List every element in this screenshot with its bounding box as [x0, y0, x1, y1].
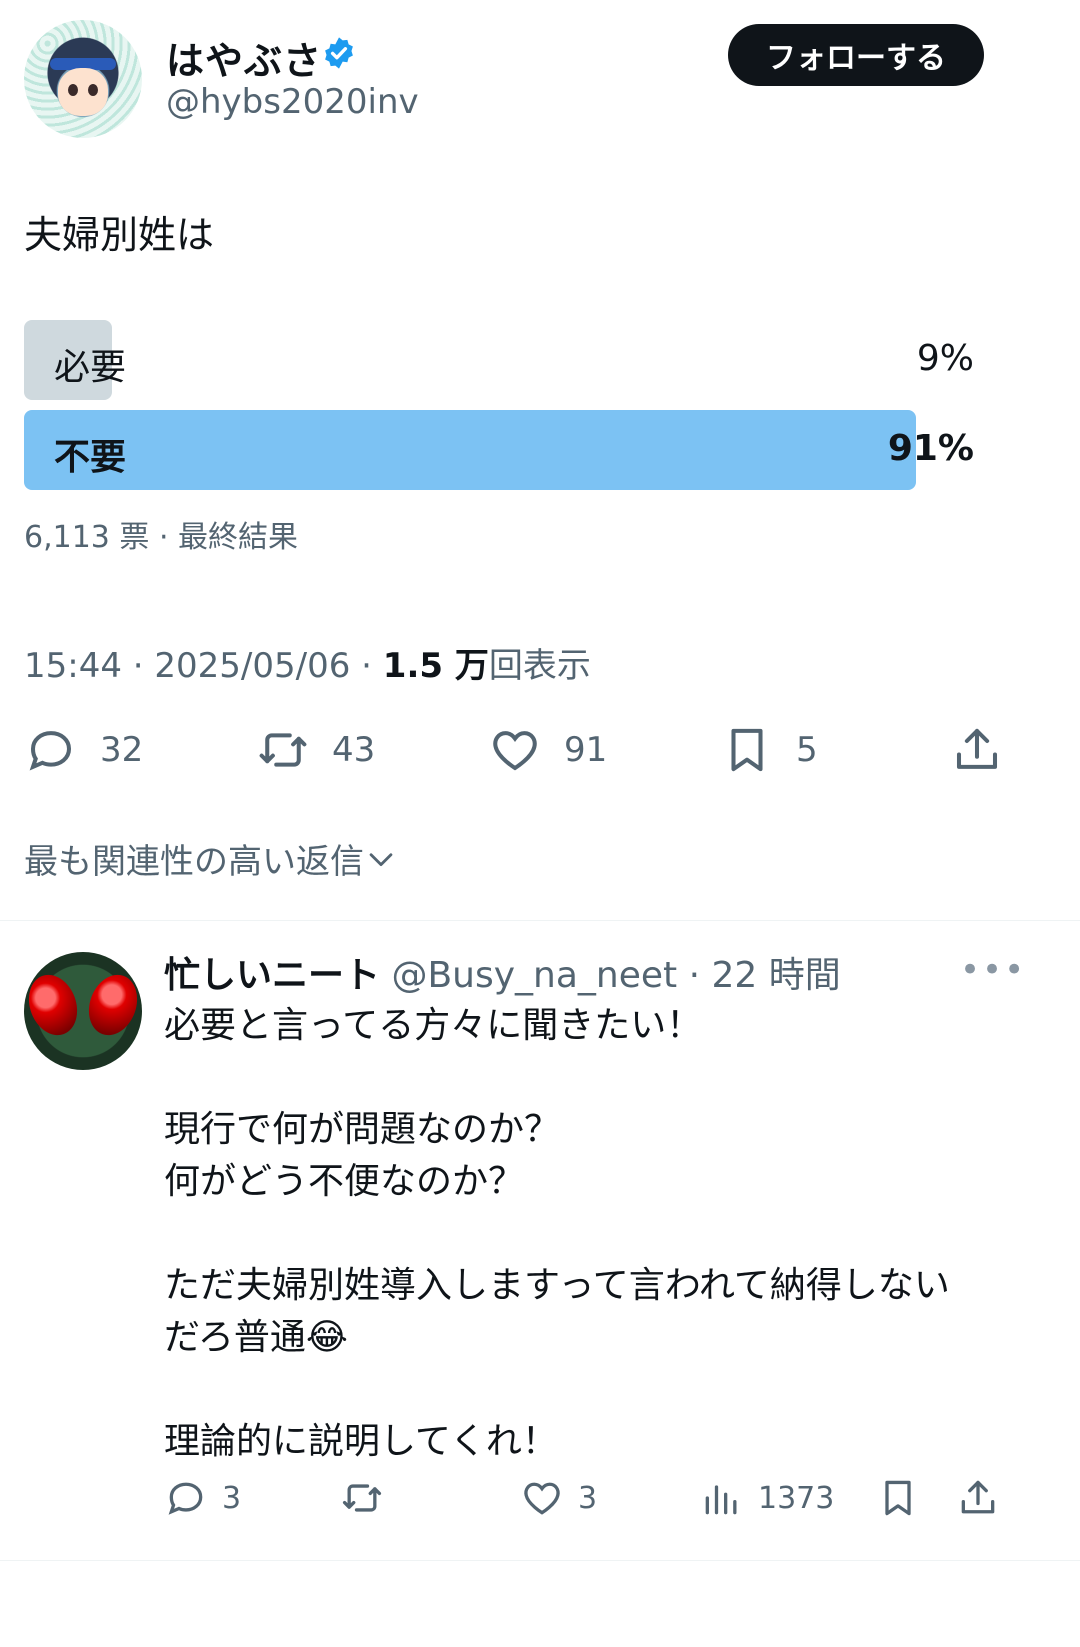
bookmark-icon [731, 728, 763, 772]
reply-share-button[interactable] [956, 1470, 1000, 1526]
poll-option-label: 必要 [54, 347, 127, 388]
tweet-time: 15:44 · 2025/05/06 · [24, 646, 383, 686]
poll-option-percent: 9% [916, 338, 974, 379]
tweet-timestamp[interactable]: 15:44 · 2025/05/06 · 1.5 万回表示 [24, 638, 591, 687]
share-button[interactable] [950, 720, 1004, 780]
verified-badge-icon [325, 37, 353, 69]
reply-line: 何がどう不便なのか？ [164, 1161, 525, 1202]
reply-button[interactable]: 32 [24, 720, 143, 780]
divider [0, 920, 1080, 921]
reply-author-meta[interactable]: @Busy_na_neet · 22 時間 [380, 955, 840, 996]
more-icon[interactable]: ••• [960, 950, 1026, 990]
retweet-count: 43 [332, 730, 376, 770]
share-icon [956, 728, 998, 769]
view-count-label: 回表示 [488, 646, 591, 686]
reply-icon [29, 731, 72, 771]
poll-option-percent: 91% [887, 428, 974, 469]
bookmark-count: 5 [796, 730, 818, 770]
author-avatar[interactable] [24, 20, 142, 138]
reply-sort-label: 最も関連性の高い返信 [24, 842, 364, 882]
reply-author-avatar[interactable] [24, 952, 142, 1070]
reply-author-name[interactable]: 忙しいニート [164, 955, 380, 996]
reply-retweet-button[interactable] [340, 1470, 384, 1526]
reply-like-button[interactable]: 3 [520, 1470, 597, 1526]
reply-icon [168, 1482, 203, 1515]
views-icon [705, 1485, 737, 1515]
reply-line: 理論的に説明してくれ！ [164, 1421, 558, 1462]
like-icon [493, 731, 537, 771]
author-name[interactable]: はやぶさ [166, 30, 322, 85]
reply-sort-dropdown[interactable]: 最も関連性の高い返信 [24, 834, 398, 883]
reply-like-count: 3 [578, 1480, 598, 1516]
like-button[interactable]: 91 [488, 720, 607, 780]
tweet-text: 夫婦別姓は [24, 213, 215, 257]
share-icon [961, 1480, 995, 1514]
poll-option-2: 不要 91% [24, 410, 974, 490]
poll-bar-2 [24, 410, 916, 490]
reply-view-count: 1373 [758, 1480, 835, 1516]
like-count: 91 [564, 730, 608, 770]
view-count: 1.5 万 [382, 646, 489, 686]
follow-button[interactable]: フォローする [728, 24, 984, 86]
divider [0, 1560, 1080, 1561]
retweet-icon [342, 1484, 382, 1512]
bookmark-icon [885, 1480, 911, 1516]
bookmark-button[interactable]: 5 [720, 720, 818, 780]
reply-line: だろ普通😂 [164, 1317, 348, 1358]
reply-views-button[interactable]: 1373 [700, 1470, 834, 1526]
poll-option-1: 必要 9% [24, 320, 974, 400]
reply-reply-button[interactable]: 3 [164, 1470, 241, 1526]
poll-option-label: 不要 [54, 437, 127, 478]
reply-line: 必要と言ってる方々に聞きたい！ [164, 1005, 703, 1046]
chevron-down-icon [369, 852, 393, 866]
reply-reply-count: 3 [222, 1480, 242, 1516]
author-handle[interactable]: @hybs2020inv [166, 82, 419, 122]
like-icon [524, 1482, 560, 1515]
reply-bookmark-button[interactable] [876, 1470, 920, 1526]
reply-line: ただ夫婦別姓導入しますって言われて納得しない [164, 1265, 950, 1306]
reply-text: 必要と言ってる方々に聞きたい！ 現行で何が問題なのか？ 何がどう不便なのか？ た… [164, 1000, 1044, 1468]
retweet-icon [259, 733, 307, 767]
poll-meta: 6,113 票 · 最終結果 [24, 520, 299, 555]
reply-header: 忙しいニート @Busy_na_neet · 22 時間 [164, 946, 841, 998]
reply-line: 現行で何が問題なのか？ [164, 1109, 561, 1150]
retweet-button[interactable]: 43 [256, 720, 375, 780]
reply-count: 32 [100, 730, 144, 770]
